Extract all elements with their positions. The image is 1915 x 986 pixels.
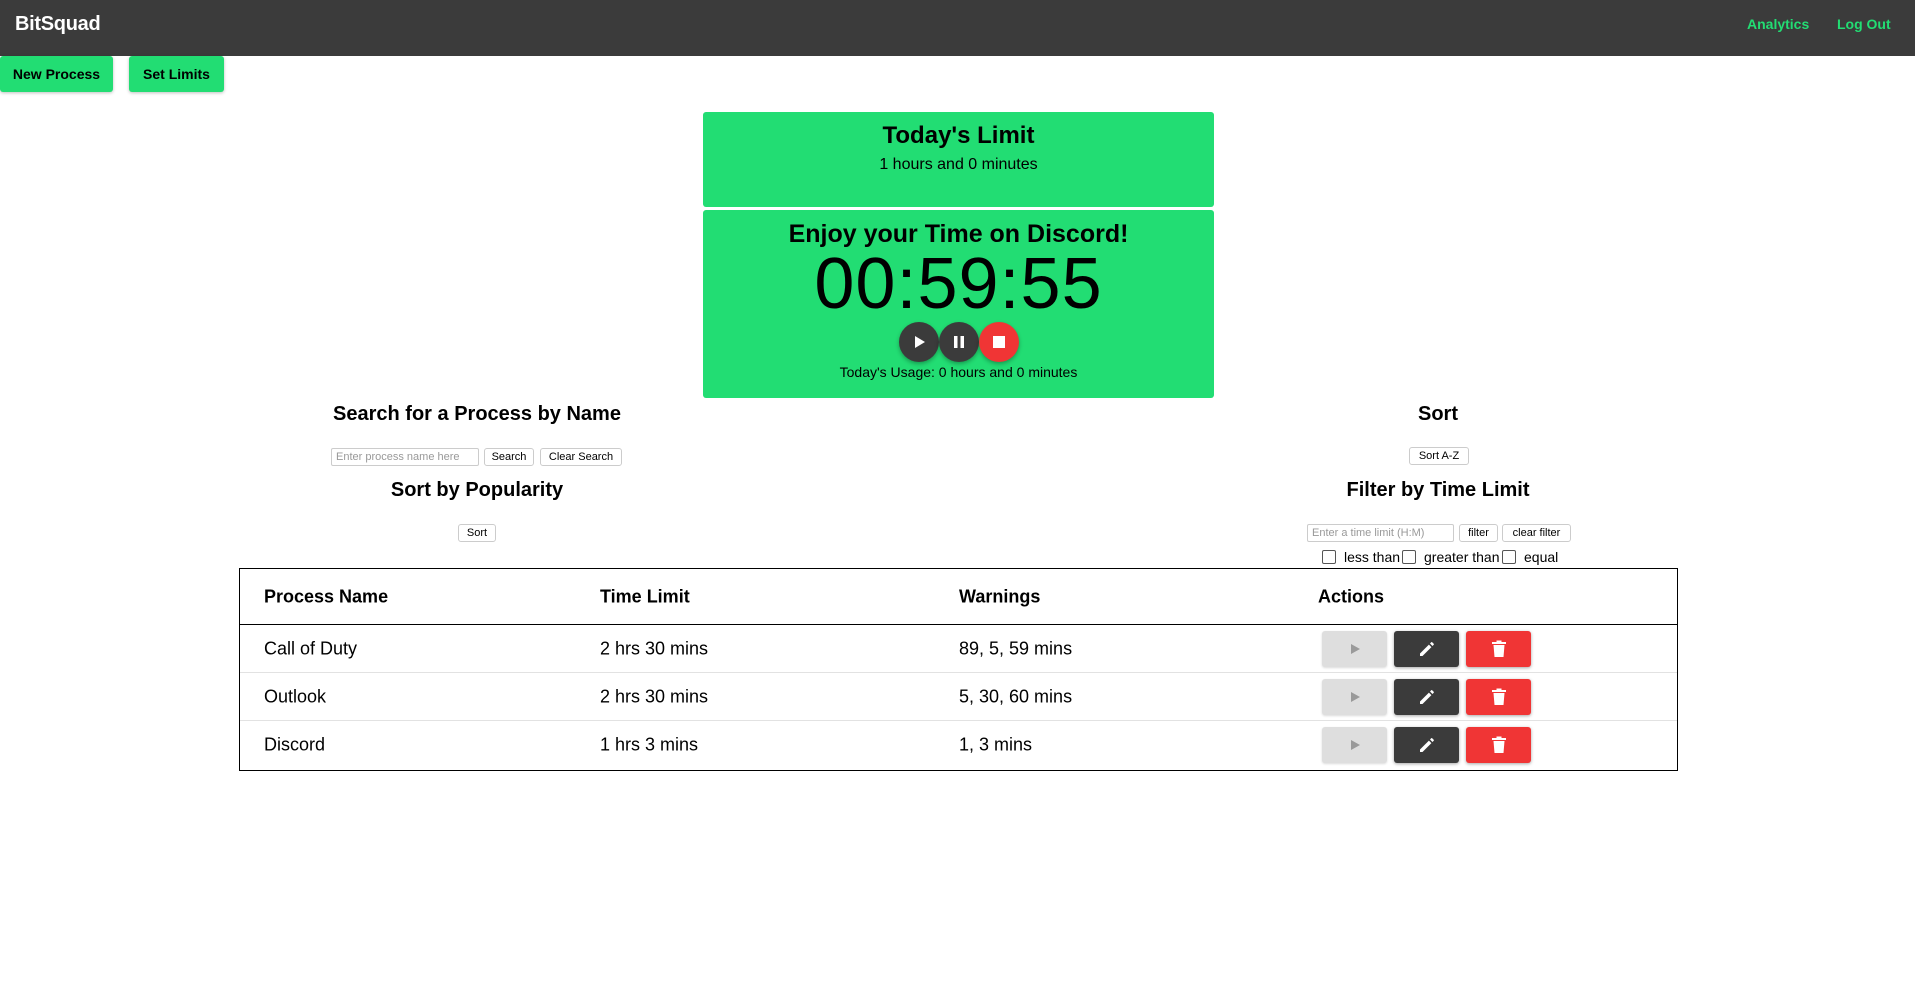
clear-search-button[interactable]: Clear Search (540, 448, 622, 466)
delete-process-button[interactable] (1466, 679, 1531, 715)
trash-icon (1491, 688, 1506, 705)
process-name-cell: Call of Duty (264, 638, 358, 658)
clear-filter-button[interactable]: clear filter (1502, 524, 1571, 542)
play-icon (1350, 740, 1360, 750)
filter-title: Filter by Time Limit (1346, 479, 1530, 501)
equal-checkbox[interactable] (1502, 550, 1516, 564)
warnings-cell: 5, 30, 60 mins (959, 686, 1073, 706)
time-limit-input[interactable] (1307, 524, 1454, 542)
less-than-label: less than (1344, 549, 1401, 565)
trash-icon (1491, 736, 1506, 753)
timer-stop-button[interactable] (979, 322, 1019, 362)
pause-icon (954, 336, 964, 348)
time-limit-cell: 1 hrs 3 mins (600, 734, 699, 755)
table-row: Discord 1 hrs 3 mins 1, 3 mins (240, 721, 1677, 769)
edit-process-button[interactable] (1394, 631, 1459, 667)
warnings-cell: 89, 5, 59 mins (959, 638, 1073, 658)
pencil-icon (1419, 738, 1434, 752)
limit-title: Today's Limit (882, 122, 1035, 149)
table-row: Call of Duty 2 hrs 30 mins 89, 5, 59 min… (240, 625, 1677, 673)
trash-icon (1491, 640, 1506, 657)
new-process-button[interactable]: New Process (0, 56, 113, 92)
header-time-limit: Time Limit (600, 586, 690, 606)
nav-link-analytics[interactable]: Analytics (1747, 16, 1809, 32)
start-process-button[interactable] (1322, 631, 1387, 667)
process-table: Process Name Time Limit Warnings Actions… (239, 568, 1678, 771)
less-than-checkbox[interactable] (1322, 550, 1336, 564)
stop-icon (993, 336, 1005, 348)
brand-logo[interactable]: BitSquad (15, 13, 101, 36)
search-title: Search for a Process by Name (333, 403, 621, 425)
sort-popularity-button[interactable]: Sort (458, 524, 496, 542)
filter-button[interactable]: filter (1459, 524, 1498, 542)
greater-than-checkbox[interactable] (1402, 550, 1416, 564)
process-name-cell: Outlook (264, 686, 327, 706)
pencil-icon (1419, 642, 1434, 656)
time-limit-cell: 2 hrs 30 mins (600, 638, 709, 658)
process-name-cell: Discord (264, 734, 326, 755)
play-icon (1350, 644, 1360, 654)
edit-process-button[interactable] (1394, 679, 1459, 715)
sort-az-button[interactable]: Sort A-Z (1409, 447, 1469, 465)
search-input[interactable] (331, 448, 479, 466)
header-actions: Actions (1318, 586, 1385, 606)
navbar: BitSquad Analytics Log Out (0, 0, 1915, 56)
search-button[interactable]: Search (484, 448, 534, 466)
equal-label: equal (1524, 549, 1559, 565)
timer-pause-button[interactable] (939, 322, 979, 362)
delete-process-button[interactable] (1466, 727, 1531, 763)
limit-value: 1 hours and 0 minutes (879, 156, 1038, 173)
edit-process-button[interactable] (1394, 727, 1459, 763)
greater-than-label: greater than (1424, 549, 1500, 565)
sort-title: Sort (1418, 403, 1458, 425)
time-limit-cell: 2 hrs 30 mins (600, 686, 709, 706)
timer-play-button[interactable] (899, 322, 939, 362)
set-limits-button[interactable]: Set Limits (129, 56, 224, 92)
start-process-button[interactable] (1322, 727, 1387, 763)
start-process-button[interactable] (1322, 679, 1387, 715)
todays-limit-panel: Today's Limit 1 hours and 0 minutes (703, 112, 1214, 207)
nav-link-logout[interactable]: Log Out (1837, 16, 1891, 32)
delete-process-button[interactable] (1466, 631, 1531, 667)
countdown-timer: 00:59:55 (814, 244, 1103, 324)
pencil-icon (1419, 690, 1434, 704)
play-icon (1350, 692, 1360, 702)
header-warnings: Warnings (959, 586, 1041, 606)
timer-panel: Enjoy your Time on Discord! 00:59:55 Tod… (703, 210, 1214, 398)
header-process-name: Process Name (264, 586, 389, 606)
todays-usage: Today's Usage: 0 hours and 0 minutes (839, 364, 1078, 380)
warnings-cell: 1, 3 mins (959, 734, 1033, 755)
play-icon (915, 336, 925, 348)
table-header-row: Process Name Time Limit Warnings Actions (240, 569, 1677, 625)
table-row: Outlook 2 hrs 30 mins 5, 30, 60 mins (240, 673, 1677, 721)
sort-popularity-title: Sort by Popularity (390, 479, 564, 501)
